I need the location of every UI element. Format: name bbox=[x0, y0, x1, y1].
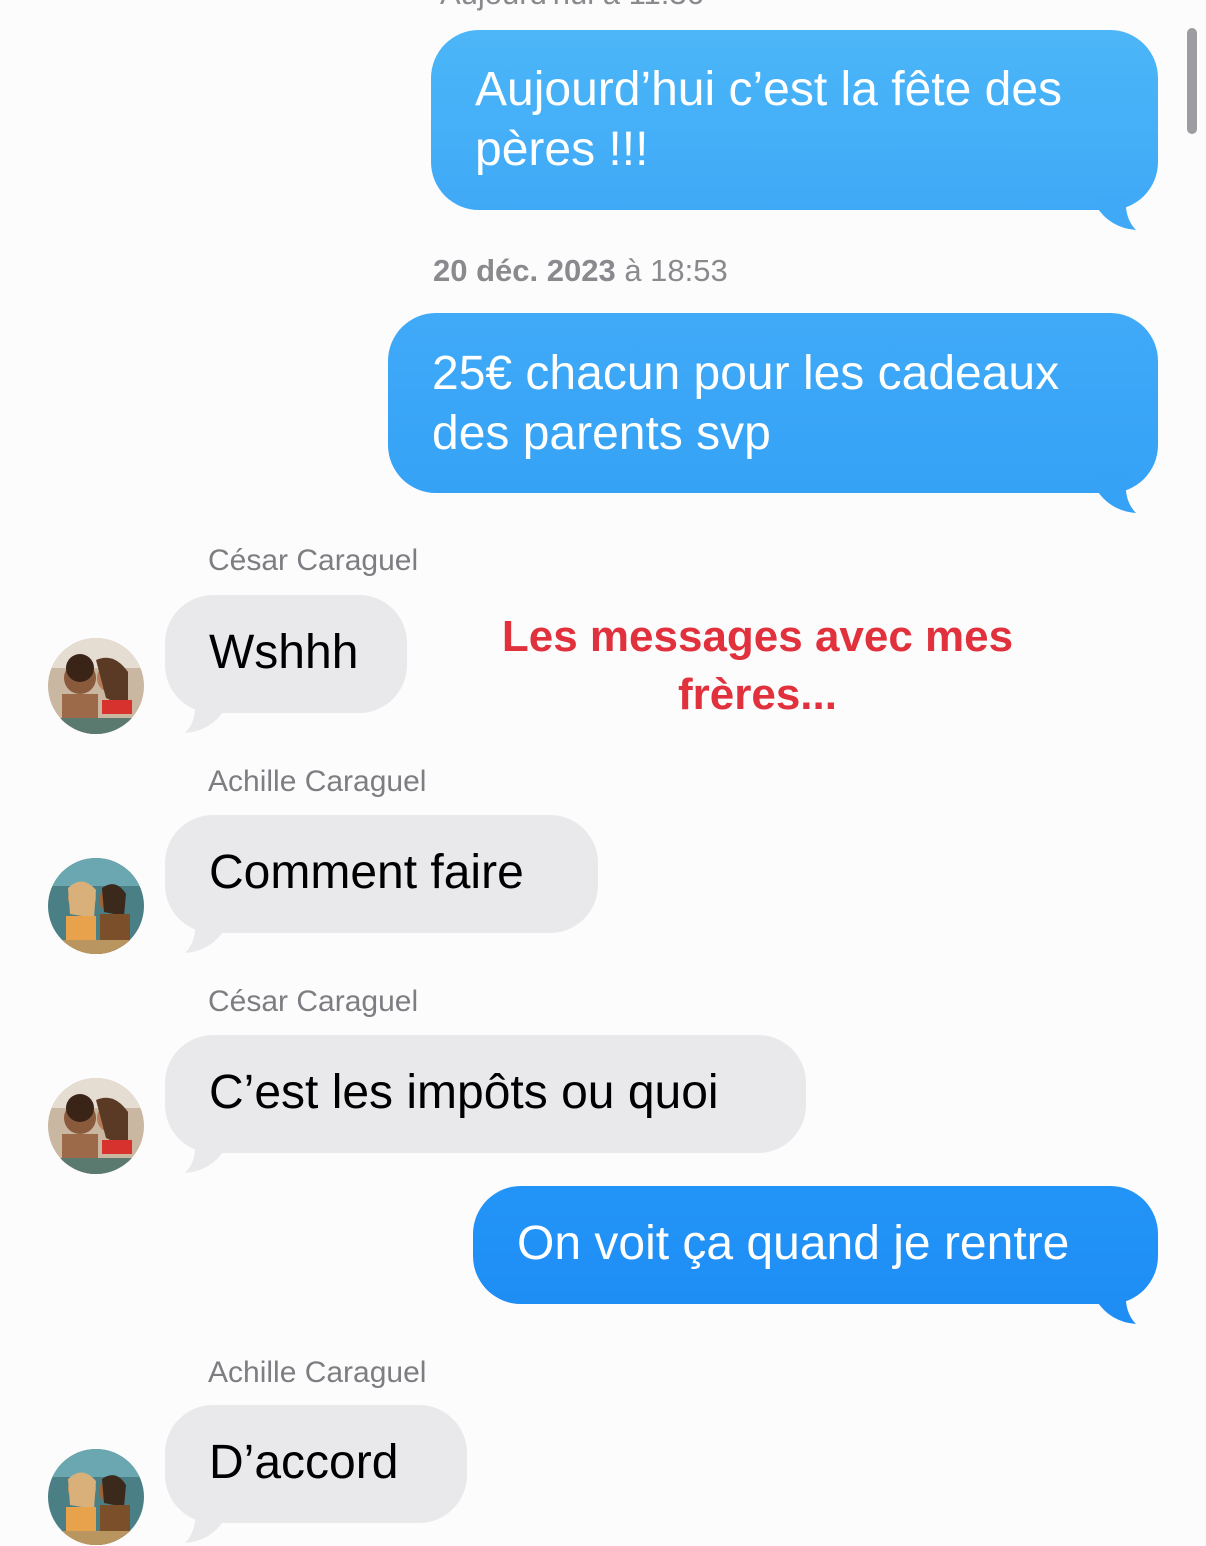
outgoing-message-bubble[interactable]: 25€ chacun pour les cadeaux des parents … bbox=[388, 313, 1158, 513]
timestamp-time: à 18:53 bbox=[624, 253, 728, 288]
previous-timestamp: Aujourd'hui à 11:36 bbox=[440, 0, 704, 12]
bubble-tail bbox=[1096, 1290, 1136, 1324]
scrollbar[interactable] bbox=[1187, 28, 1197, 134]
bubble-tail bbox=[185, 1509, 225, 1543]
avatar-photo-icon bbox=[48, 638, 144, 734]
avatar-photo-icon bbox=[48, 1078, 144, 1174]
avatar-photo-icon bbox=[48, 1449, 144, 1545]
message-text: 25€ chacun pour les cadeaux des parents … bbox=[432, 347, 1060, 460]
incoming-message-bubble[interactable]: C’est les impôts ou quoi bbox=[165, 1035, 806, 1173]
avatar-cesar[interactable] bbox=[48, 638, 144, 734]
bubble-tail bbox=[185, 919, 225, 953]
sender-name: Achille Caraguel bbox=[208, 1356, 427, 1389]
outgoing-message-bubble[interactable]: On voit ça quand je rentre bbox=[473, 1186, 1158, 1324]
bubble-tail bbox=[185, 699, 225, 733]
message-text: On voit ça quand je rentre bbox=[517, 1217, 1070, 1270]
bubble-tail bbox=[1096, 479, 1136, 513]
avatar-cesar[interactable] bbox=[48, 1078, 144, 1174]
bubble-tail bbox=[1096, 196, 1136, 230]
sender-name: Achille Caraguel bbox=[208, 765, 427, 798]
outgoing-message-bubble[interactable]: Aujourd’hui c’est la fête des pères !!! bbox=[431, 30, 1158, 230]
sender-name: César Caraguel bbox=[208, 985, 419, 1018]
messages-thread[interactable]: Aujourd'hui à 11:36 Aujourd’hui c’est la… bbox=[0, 0, 1206, 1546]
timestamp: 20 déc. 2023 à 18:53 bbox=[433, 253, 728, 289]
timestamp-date: 20 déc. 2023 bbox=[433, 253, 616, 288]
avatar-photo-icon bbox=[48, 858, 144, 954]
avatar-achille[interactable] bbox=[48, 1449, 144, 1545]
sender-name: César Caraguel bbox=[208, 544, 419, 577]
incoming-message-bubble[interactable]: D’accord bbox=[165, 1405, 467, 1543]
overlay-caption: Les messages avec mes frères... bbox=[501, 612, 1014, 719]
bubble-tail bbox=[185, 1139, 225, 1173]
message-text: Aujourd’hui c’est la fête des pères !!! bbox=[475, 63, 1063, 176]
message-text: Comment faire bbox=[209, 846, 524, 899]
avatar-achille[interactable] bbox=[48, 858, 144, 954]
incoming-message-bubble[interactable]: Wshhh bbox=[165, 595, 407, 733]
message-text: Wshhh bbox=[209, 626, 359, 679]
incoming-message-bubble[interactable]: Comment faire bbox=[165, 815, 598, 953]
message-text: C’est les impôts ou quoi bbox=[209, 1066, 719, 1119]
message-text: D’accord bbox=[209, 1436, 399, 1489]
